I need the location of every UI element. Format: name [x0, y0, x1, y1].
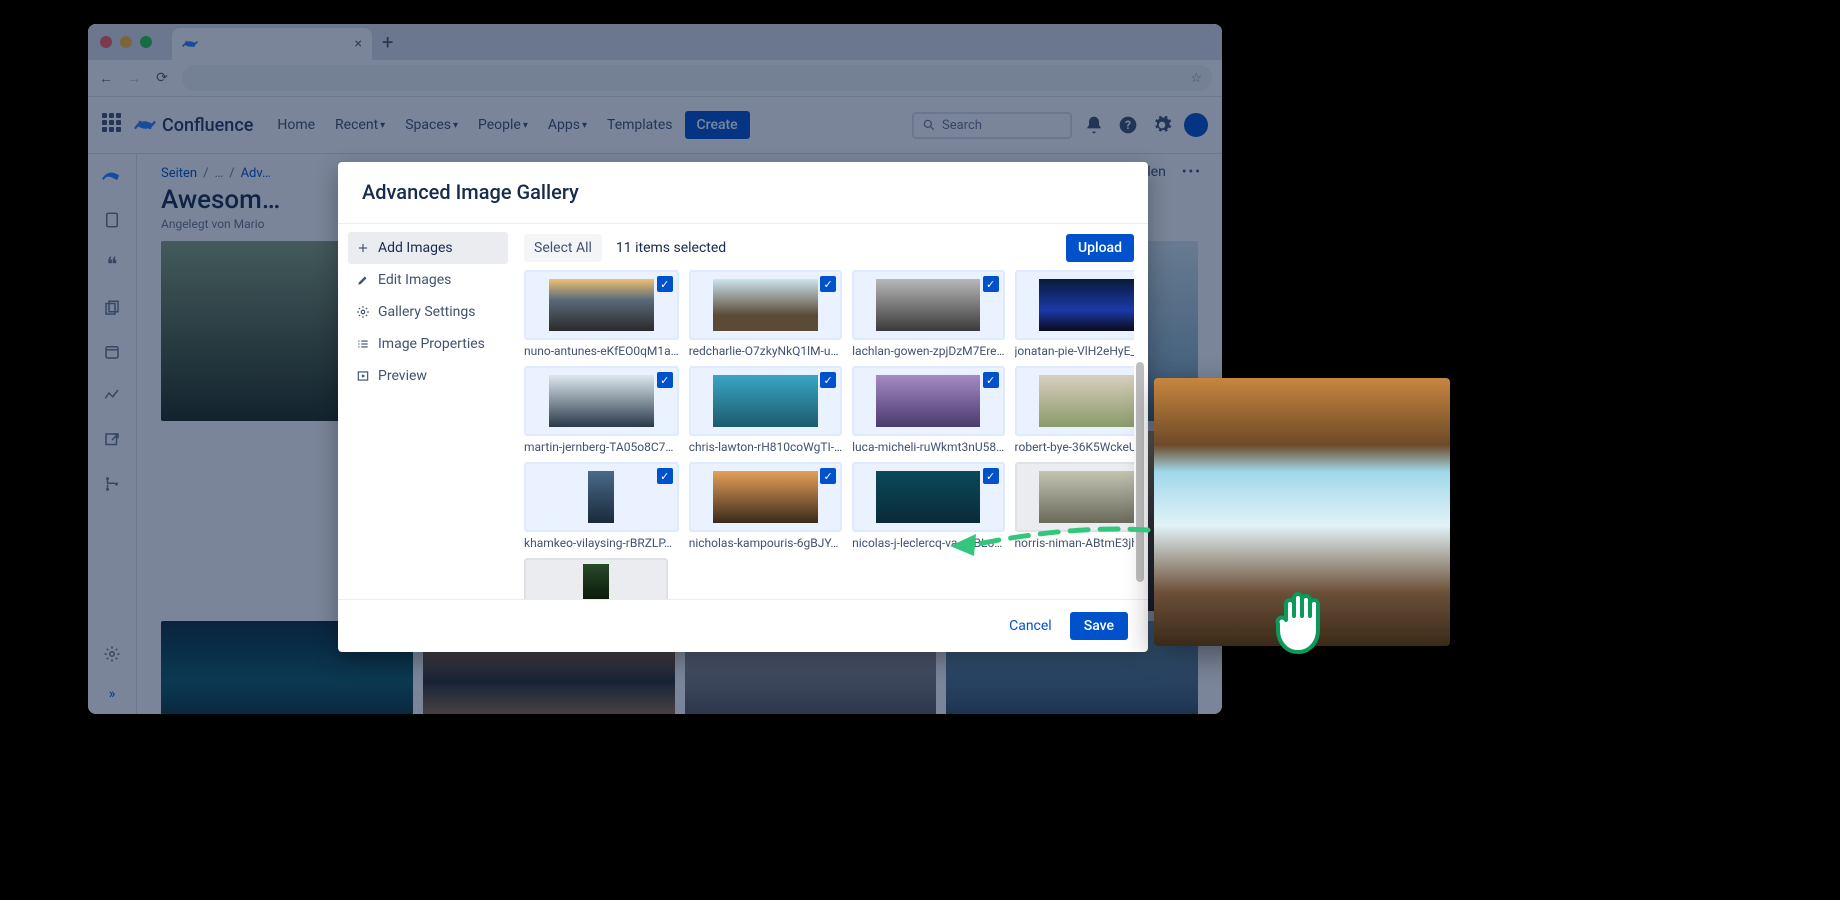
checkbox-selected-icon[interactable]: ✓ — [820, 276, 836, 292]
tab-preview[interactable]: Preview — [348, 360, 508, 392]
preview-icon — [356, 369, 370, 383]
image-card[interactable]: ✓ jonatan-pie-VlH2eHyE_50-… — [1015, 270, 1134, 358]
image-placeholder — [1039, 375, 1134, 428]
checkbox-selected-icon[interactable]: ✓ — [657, 372, 673, 388]
browser-window: × + ← → ⟳ ☆ Confluence Home Recent▾ Spac… — [88, 24, 1222, 714]
tab-image-properties[interactable]: Image Properties — [348, 328, 508, 360]
image-gallery-modal: Advanced Image Gallery Add Images Edit I… — [338, 162, 1148, 652]
plus-icon — [356, 241, 370, 255]
image-placeholder — [588, 471, 614, 524]
image-card[interactable] — [524, 558, 668, 599]
thumbnail-grid: ✓ nuno-antunes-eKfEO0qM1a… ✓ redcharlie-O7z… — [524, 270, 1128, 550]
image-thumb[interactable]: ✓ — [689, 366, 842, 436]
image-thumb[interactable]: ✓ — [524, 462, 679, 532]
image-card[interactable]: ✓ chris-lawton-rH810coWgTI-… — [689, 366, 842, 454]
image-thumb[interactable]: ✓ — [524, 270, 679, 340]
image-placeholder — [713, 471, 818, 524]
image-filename: jonatan-pie-VlH2eHyE_50-… — [1015, 344, 1134, 358]
modal-pane: Select All 11 items selected Upload ✓ nun… — [518, 224, 1148, 599]
modal-footer: Cancel Save — [338, 599, 1148, 652]
image-card[interactable]: ✓ redcharlie-O7zkyNkQ1lM-u… — [689, 270, 842, 358]
image-thumb[interactable]: ✓ — [852, 270, 1004, 340]
image-card[interactable]: ✓ martin-jernberg-TA05o8C7… — [524, 366, 679, 454]
image-filename: khamkeo-vilaysing-rBRZLP… — [524, 536, 679, 550]
image-card[interactable]: norris-niman-ABtmE3jhaPQ… — [1015, 462, 1134, 550]
image-placeholder — [876, 471, 980, 524]
image-placeholder — [549, 375, 655, 428]
image-thumb[interactable] — [524, 558, 668, 599]
image-thumb[interactable]: ✓ — [852, 462, 1004, 532]
thumbnail-scroll[interactable]: ✓ nuno-antunes-eKfEO0qM1a… ✓ redcharlie-O7z… — [524, 270, 1134, 599]
pencil-icon — [356, 273, 370, 287]
select-all-button[interactable]: Select All — [524, 234, 602, 262]
image-card[interactable]: ✓ robert-bye-36K5WckeU3o-… — [1015, 366, 1134, 454]
image-thumb[interactable]: ✓ — [1015, 366, 1134, 436]
gear-icon — [356, 305, 370, 319]
image-placeholder — [1039, 279, 1134, 332]
tab-add-images[interactable]: Add Images — [348, 232, 508, 264]
checkbox-selected-icon[interactable]: ✓ — [983, 276, 999, 292]
checkbox-selected-icon[interactable]: ✓ — [820, 372, 836, 388]
image-filename: lachlan-gowen-zpjDzM7Ere… — [852, 344, 1004, 358]
checkbox-selected-icon[interactable]: ✓ — [820, 468, 836, 484]
checkbox-selected-icon[interactable]: ✓ — [657, 468, 673, 484]
dragged-image[interactable] — [1154, 378, 1450, 646]
upload-button[interactable]: Upload — [1066, 234, 1134, 262]
modal-title: Advanced Image Gallery — [338, 162, 1148, 223]
image-filename: nuno-antunes-eKfEO0qM1a… — [524, 344, 679, 358]
image-thumb[interactable]: ✓ — [524, 366, 679, 436]
image-filename: nicolas-j-leclercq-va_nrBLo… — [852, 536, 1004, 550]
image-placeholder — [876, 375, 980, 428]
image-placeholder — [713, 279, 818, 332]
image-placeholder — [876, 279, 980, 332]
image-card[interactable]: ✓ nicholas-kampouris-6gBJY… — [689, 462, 842, 550]
image-thumb[interactable]: ✓ — [1015, 270, 1134, 340]
scrollbar-thumb[interactable] — [1136, 362, 1144, 582]
image-filename: luca-micheli-ruWkmt3nU58… — [852, 440, 1004, 454]
save-button[interactable]: Save — [1070, 612, 1128, 640]
image-card[interactable]: ✓ khamkeo-vilaysing-rBRZLP… — [524, 462, 679, 550]
list-icon — [356, 337, 370, 351]
tab-gallery-settings[interactable]: Gallery Settings — [348, 296, 508, 328]
image-placeholder — [583, 564, 609, 599]
cancel-button[interactable]: Cancel — [1001, 612, 1060, 640]
image-thumb[interactable]: ✓ — [689, 270, 842, 340]
image-filename: robert-bye-36K5WckeU3o-… — [1015, 440, 1134, 454]
image-card[interactable]: ✓ nuno-antunes-eKfEO0qM1a… — [524, 270, 679, 358]
image-thumb[interactable]: ✓ — [852, 366, 1004, 436]
tab-edit-images[interactable]: Edit Images — [348, 264, 508, 296]
pane-toolbar: Select All 11 items selected Upload — [524, 234, 1134, 262]
modal-body: Add Images Edit Images Gallery Settings … — [338, 223, 1148, 599]
image-placeholder — [713, 375, 818, 428]
selected-count: 11 items selected — [616, 240, 726, 256]
image-filename: chris-lawton-rH810coWgTI-… — [689, 440, 842, 454]
image-card[interactable]: ✓ lachlan-gowen-zpjDzM7Ere… — [852, 270, 1004, 358]
image-filename: nicholas-kampouris-6gBJY… — [689, 536, 842, 550]
modal-side-panel: Add Images Edit Images Gallery Settings … — [338, 224, 518, 599]
image-card[interactable]: ✓ nicolas-j-leclercq-va_nrBLo… — [852, 462, 1004, 550]
checkbox-selected-icon[interactable]: ✓ — [983, 468, 999, 484]
image-thumb[interactable]: ✓ — [689, 462, 842, 532]
image-card[interactable]: ✓ luca-micheli-ruWkmt3nU58… — [852, 366, 1004, 454]
image-filename: redcharlie-O7zkyNkQ1lM-u… — [689, 344, 842, 358]
image-placeholder — [549, 279, 655, 332]
image-thumb[interactable] — [1015, 462, 1134, 532]
image-filename: norris-niman-ABtmE3jhaPQ… — [1015, 536, 1134, 550]
image-filename: martin-jernberg-TA05o8C7… — [524, 440, 679, 454]
image-placeholder — [1039, 471, 1134, 524]
checkbox-selected-icon[interactable]: ✓ — [657, 276, 673, 292]
checkbox-selected-icon[interactable]: ✓ — [983, 372, 999, 388]
